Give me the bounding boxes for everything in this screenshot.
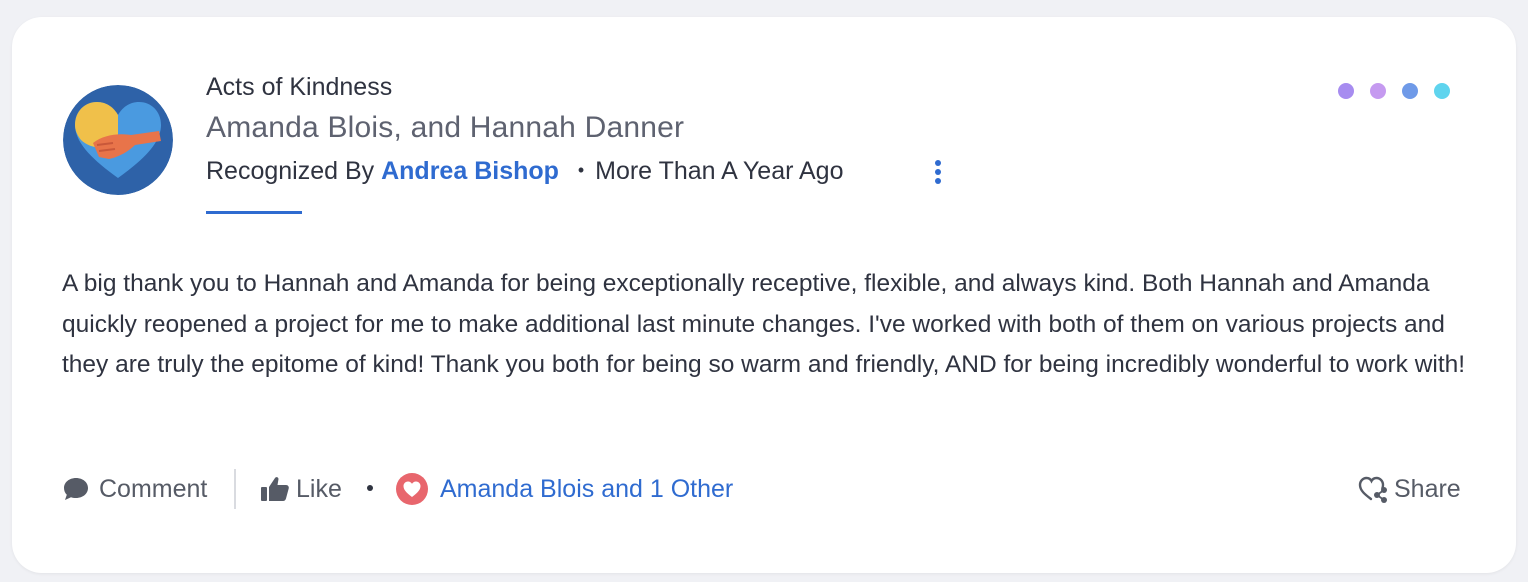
- like-label: Like: [296, 474, 342, 503]
- recipients-names: Amanda Blois, and Hannah Danner: [206, 111, 685, 144]
- share-button[interactable]: Share: [1358, 469, 1461, 509]
- recognition-meta: Recognized By Andrea Bishop • More Than …: [206, 157, 843, 186]
- likers-text: Amanda Blois and 1 Other: [440, 474, 734, 503]
- acts-of-kindness-badge-icon: [63, 85, 173, 195]
- recognition-card: Acts of Kindness Amanda Blois, and Hanna…: [12, 17, 1516, 573]
- like-button[interactable]: Like: [260, 469, 342, 509]
- post-timestamp: More Than A Year Ago: [595, 157, 844, 185]
- action-bar: Comment Like Amanda Blois and 1 Other Sh…: [62, 469, 1482, 509]
- likers-link[interactable]: Amanda Blois and 1 Other: [396, 469, 733, 509]
- heart-share-icon: [1358, 475, 1388, 503]
- recognized-by-label: Recognized By: [206, 157, 375, 185]
- decor-dot: [1370, 83, 1386, 99]
- recognizer-link[interactable]: Andrea Bishop: [381, 157, 559, 185]
- decor-dot: [1434, 83, 1450, 99]
- recognition-message: A big thank you to Hannah and Amanda for…: [62, 270, 1466, 378]
- comment-button[interactable]: Comment: [62, 469, 207, 509]
- share-label: Share: [1394, 474, 1461, 503]
- likes-separator: [367, 485, 373, 491]
- kebab-menu-icon[interactable]: [931, 158, 945, 186]
- action-divider: [234, 469, 236, 509]
- comment-bubble-icon: [62, 476, 90, 502]
- meta-separator: •: [577, 160, 585, 180]
- comment-label: Comment: [99, 474, 208, 503]
- heart-badge-icon: [396, 473, 428, 505]
- thumbs-up-icon: [260, 475, 290, 503]
- recognition-category: Acts of Kindness: [206, 73, 393, 101]
- header-underline: [206, 211, 302, 214]
- decor-dot: [1402, 83, 1418, 99]
- decor-dot: [1338, 83, 1354, 99]
